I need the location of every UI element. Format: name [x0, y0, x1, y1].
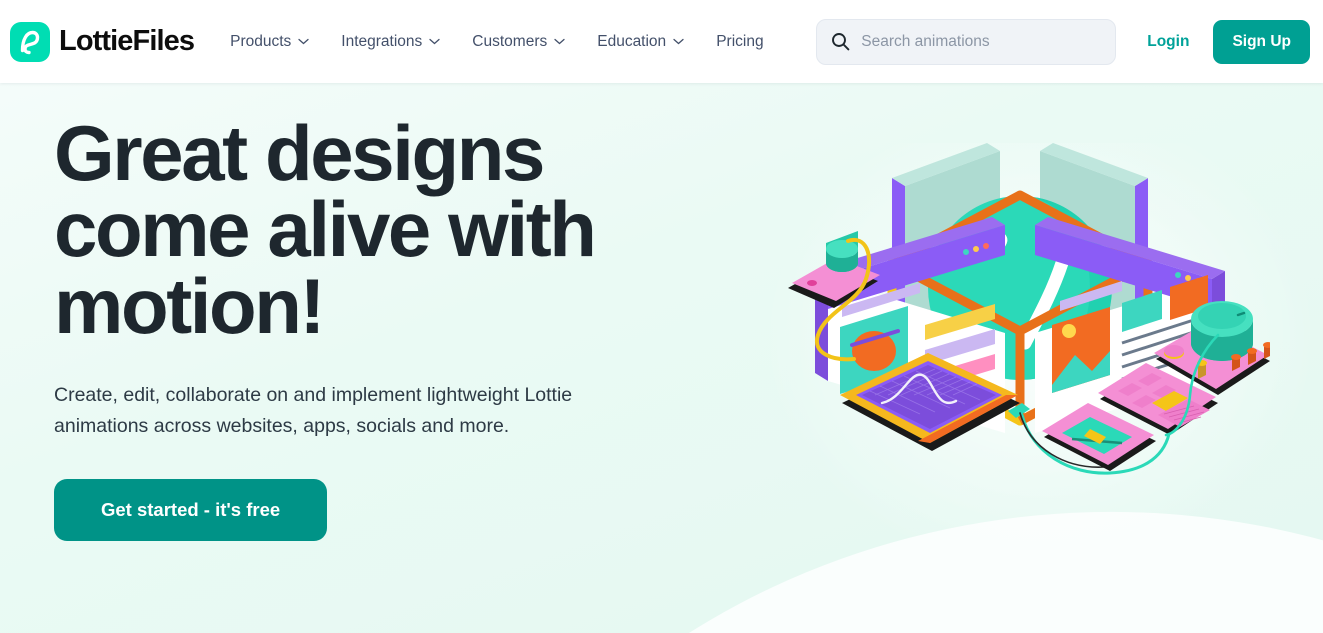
hero-section: Great designs come alive with motion! Cr… — [0, 83, 1323, 633]
chevron-down-icon — [298, 38, 309, 45]
isometric-workstation-svg — [788, 143, 1270, 475]
lottiefiles-landing-page: LottieFiles Products Integrations Custom… — [0, 0, 1323, 633]
site-header: LottieFiles Products Integrations Custom… — [0, 0, 1323, 83]
hero-subtitle-line-1: Create, edit, collaborate on and impleme… — [54, 384, 573, 407]
login-link[interactable]: Login — [1147, 33, 1189, 51]
nav-label: Products — [230, 32, 292, 50]
search-input[interactable] — [861, 32, 1102, 51]
nav-label: Integrations — [341, 32, 423, 50]
hero-title-line-1: Great designs — [54, 109, 545, 197]
hero-title-line-2: come alive with — [54, 185, 597, 274]
header-actions: Login Sign Up — [816, 0, 1310, 83]
nav-item-products[interactable]: Products — [230, 33, 309, 51]
hero-subtitle-line-2: animations across websites, apps, social… — [54, 414, 510, 437]
brand-name: LottieFiles — [59, 25, 195, 57]
teal-knob-large — [1191, 301, 1253, 361]
nav-label: Education — [597, 32, 667, 50]
signup-button[interactable]: Sign Up — [1213, 19, 1310, 64]
nav-label: Customers — [472, 32, 548, 50]
main-navigation: Products Integrations Customers Educatio… — [230, 33, 763, 51]
chevron-down-icon — [429, 38, 440, 45]
nav-item-customers[interactable]: Customers — [472, 33, 565, 51]
get-started-button[interactable]: Get started - it's free — [54, 478, 328, 541]
search-icon — [832, 33, 850, 51]
search-box[interactable] — [816, 18, 1117, 65]
hero-subtitle: Create, edit, collaborate on and impleme… — [54, 380, 614, 440]
nav-label: Pricing — [716, 32, 764, 50]
hero-illustration — [770, 103, 1270, 523]
teal-knob-small — [826, 231, 858, 272]
chevron-down-icon — [554, 38, 565, 45]
brand-logo[interactable]: LottieFiles — [10, 21, 195, 62]
nav-item-pricing[interactable]: Pricing — [716, 33, 763, 51]
hero-title-line-3: motion! — [54, 261, 326, 350]
hero-copy: Great designs come alive with motion! Cr… — [54, 114, 794, 541]
nav-item-integrations[interactable]: Integrations — [341, 33, 440, 51]
lottie-swoosh-icon — [10, 21, 50, 62]
page-title: Great designs come alive with motion! — [54, 114, 794, 345]
nav-item-education[interactable]: Education — [597, 33, 684, 51]
chevron-down-icon — [673, 38, 684, 45]
